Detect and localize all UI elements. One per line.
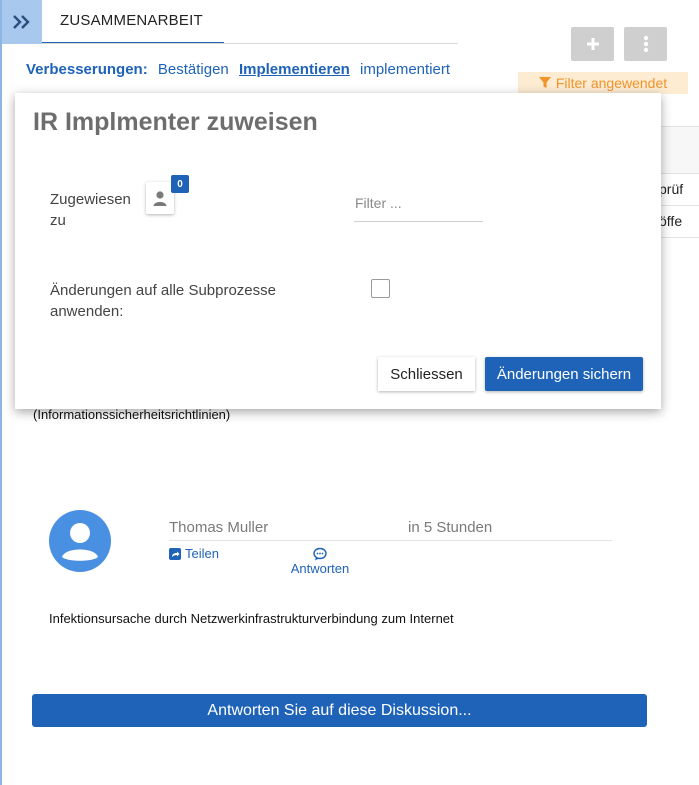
speech-bubble-icon [313, 547, 327, 561]
assign-implementer-dialog: IR Implmenter zuweisen Zugewiesen zu 0 Ä… [15, 93, 661, 409]
nav-link-bestaetigen[interactable]: Bestätigen [158, 61, 229, 78]
improvements-nav: Verbesserungen: Bestätigen Implementiere… [26, 61, 456, 78]
nav-link-implementieren[interactable]: Implementieren [239, 61, 350, 78]
filter-applied-badge[interactable]: Filter angewendet [518, 72, 688, 94]
table-cell: öffe [661, 206, 699, 238]
share-label: Teilen [185, 546, 219, 561]
vertical-dots-icon [643, 35, 648, 53]
policy-reference-text: (Informationssicherheitsrichtlinien) [33, 407, 231, 422]
tab-zusammenarbeit[interactable]: ZUSAMMENARBEIT [42, 0, 224, 44]
assigned-to-label: Zugewiesen zu [50, 191, 131, 229]
share-icon [169, 547, 181, 560]
add-button[interactable] [571, 27, 614, 61]
assigned-count-badge: 0 [171, 175, 189, 193]
comment-time: in 5 Stunden [408, 519, 493, 536]
table-header [661, 126, 699, 174]
funnel-icon [538, 77, 551, 88]
filter-applied-label: Filter angewendet [555, 75, 668, 91]
reply-label: Antworten [290, 561, 350, 576]
apply-to-subprocesses-checkbox[interactable] [371, 279, 390, 298]
user-icon [153, 191, 167, 206]
plus-icon [586, 38, 599, 50]
tabbar-divider [42, 43, 458, 44]
double-chevron-right-icon [13, 15, 30, 29]
user-picker-button[interactable] [146, 182, 174, 214]
background-table: prüf öffe [661, 126, 699, 238]
improvements-label: Verbesserungen: [26, 61, 148, 78]
left-border [0, 0, 2, 785]
comment-author: Thomas Muller [169, 519, 269, 536]
nav-link-implementiert[interactable]: implementiert [360, 61, 450, 78]
more-options-button[interactable] [624, 27, 667, 61]
avatar [49, 510, 111, 572]
share-link[interactable]: Teilen [169, 546, 219, 561]
comment-divider [169, 540, 612, 541]
apply-to-subprocesses-label: Änderungen auf alle Subprozesse anwenden… [50, 282, 276, 320]
filter-input[interactable] [354, 188, 483, 222]
comment-text: Infektionsursache durch Netzwerkinfrastr… [49, 611, 454, 626]
expand-sidebar-button[interactable] [2, 0, 42, 44]
reply-to-discussion-button[interactable]: Antworten Sie auf diese Diskussion... [32, 694, 647, 727]
reply-link[interactable]: Antworten [288, 547, 352, 576]
table-cell: prüf [661, 174, 699, 206]
close-button[interactable]: Schliessen [378, 357, 475, 391]
save-changes-button[interactable]: Änderungen sichern [485, 357, 643, 391]
dialog-title: IR Implmenter zuweisen [33, 108, 318, 136]
